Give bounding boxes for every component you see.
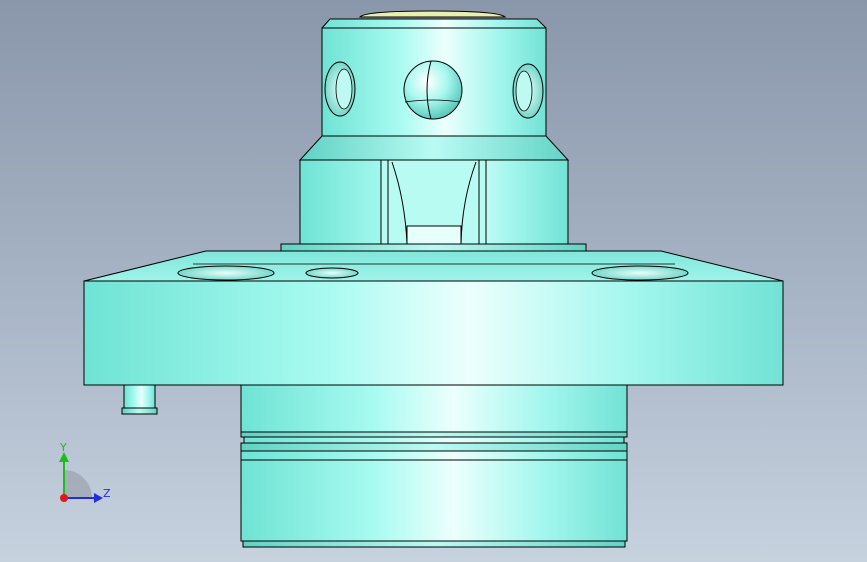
bolt-hole-center[interactable]: [305, 267, 359, 279]
shoulder-step: [280, 243, 587, 252]
neck-cylinder[interactable]: [299, 159, 569, 245]
y-axis-label: Y: [59, 441, 67, 454]
flange-top-face[interactable]: [83, 250, 784, 282]
flange-cylinder[interactable]: [83, 280, 784, 386]
coordinate-triad: Y Z: [59, 441, 111, 503]
top-rim: [358, 10, 507, 18]
part-model-view[interactable]: Y Z: [0, 0, 867, 562]
locating-pin[interactable]: [121, 384, 158, 415]
head-cylinder[interactable]: [321, 18, 547, 137]
z-axis-label: Z: [103, 487, 111, 500]
bolt-hole-left[interactable]: [177, 265, 275, 281]
graphics-viewport[interactable]: Y Z: [0, 0, 867, 562]
head-chamfer: [298, 135, 570, 161]
bolt-hole-right[interactable]: [591, 265, 689, 281]
lower-body-cylinder[interactable]: [240, 384, 628, 548]
center-ball: [403, 60, 463, 120]
